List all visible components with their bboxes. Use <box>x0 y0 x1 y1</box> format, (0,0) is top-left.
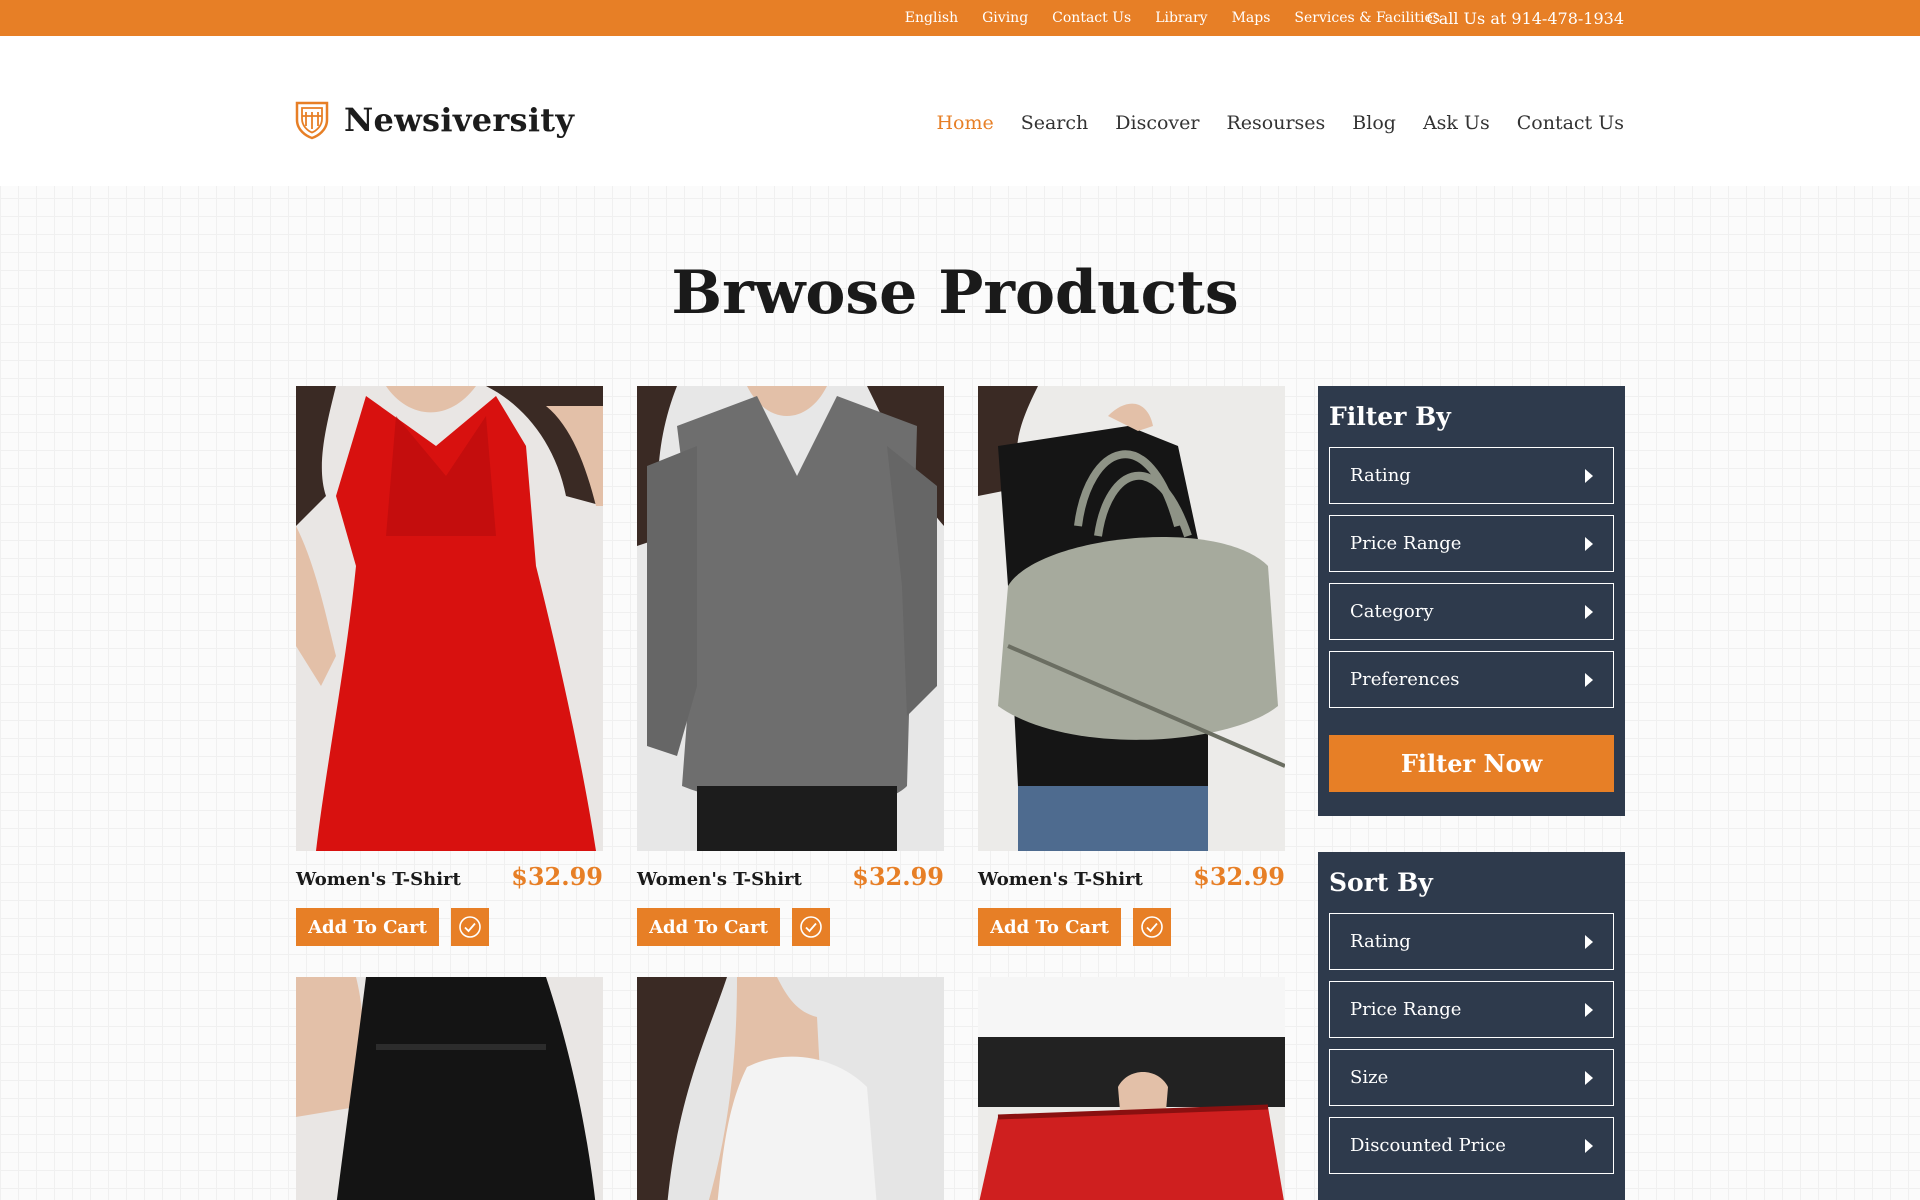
product-price: $32.99 <box>511 862 603 891</box>
sort-price-range[interactable]: Price Range <box>1329 981 1614 1038</box>
nav-blog[interactable]: Blog <box>1352 112 1396 134</box>
caret-right-icon <box>1585 934 1593 949</box>
sort-item-label: Rating <box>1350 931 1411 952</box>
top-links: English Giving Contact Us Library Maps S… <box>905 0 1440 36</box>
wishlist-check-button[interactable] <box>451 908 489 946</box>
wishlist-check-button[interactable] <box>792 908 830 946</box>
top-link-maps[interactable]: Maps <box>1232 10 1271 26</box>
caret-right-icon <box>1585 1002 1593 1017</box>
product-name: Women's T-Shirt <box>296 869 461 890</box>
red-bag-photo[interactable] <box>978 977 1285 1200</box>
top-link-library[interactable]: Library <box>1155 10 1207 26</box>
filter-title: Filter By <box>1329 402 1451 431</box>
nav-resources[interactable]: Resourses <box>1226 112 1325 134</box>
sort-item-label: Price Range <box>1350 999 1462 1020</box>
top-link-english[interactable]: English <box>905 10 958 26</box>
sort-item-label: Discounted Price <box>1350 1135 1506 1156</box>
grey-top-photo[interactable] <box>637 386 944 851</box>
caret-right-icon <box>1585 672 1593 687</box>
filter-now-button[interactable]: Filter Now <box>1329 735 1614 792</box>
sort-item-label: Size <box>1350 1067 1389 1088</box>
caret-right-icon <box>1585 536 1593 551</box>
filter-price-range[interactable]: Price Range <box>1329 515 1614 572</box>
white-top-photo[interactable] <box>637 977 944 1200</box>
add-to-cart-button[interactable]: Add To Cart <box>637 908 780 946</box>
filter-item-label: Category <box>1350 601 1434 622</box>
canvas-bag-photo[interactable] <box>978 386 1285 851</box>
top-link-giving[interactable]: Giving <box>982 10 1028 26</box>
add-to-cart-button[interactable]: Add To Cart <box>296 908 439 946</box>
top-link-contact[interactable]: Contact Us <box>1052 10 1131 26</box>
filter-item-label: Price Range <box>1350 533 1462 554</box>
nav-home[interactable]: Home <box>936 112 993 134</box>
caret-right-icon <box>1585 604 1593 619</box>
product-price: $32.99 <box>852 862 944 891</box>
main-nav: Home Search Discover Resourses Blog Ask … <box>936 112 1624 134</box>
caret-right-icon <box>1585 1138 1593 1153</box>
product-name: Women's T-Shirt <box>978 869 1143 890</box>
product-card: Women's T-Shirt $32.99 Add To Cart <box>296 386 603 946</box>
check-circle-icon <box>800 916 822 938</box>
caret-right-icon <box>1585 468 1593 483</box>
black-dress-photo[interactable] <box>296 977 603 1200</box>
product-card <box>296 977 603 1200</box>
wishlist-check-button[interactable] <box>1133 908 1171 946</box>
sort-discounted-price[interactable]: Discounted Price <box>1329 1117 1614 1174</box>
red-dress-photo[interactable] <box>296 386 603 851</box>
site-header: Newsiversity Home Search Discover Resour… <box>0 36 1920 186</box>
shield-logo-icon <box>295 101 329 140</box>
sort-rating[interactable]: Rating <box>1329 913 1614 970</box>
check-circle-icon <box>459 916 481 938</box>
product-price: $32.99 <box>1193 862 1285 891</box>
caret-right-icon <box>1585 1070 1593 1085</box>
filter-preferences[interactable]: Preferences <box>1329 651 1614 708</box>
filter-item-label: Rating <box>1350 465 1411 486</box>
nav-ask-us[interactable]: Ask Us <box>1423 112 1490 134</box>
nav-search[interactable]: Search <box>1021 112 1089 134</box>
sort-title: Sort By <box>1329 868 1433 897</box>
nav-contact-us[interactable]: Contact Us <box>1517 112 1624 134</box>
top-bar: English Giving Contact Us Library Maps S… <box>0 0 1920 36</box>
product-name: Women's T-Shirt <box>637 869 802 890</box>
check-circle-icon <box>1141 916 1163 938</box>
product-card: Women's T-Shirt $32.99 Add To Cart <box>637 386 944 946</box>
filter-rating[interactable]: Rating <box>1329 447 1614 504</box>
filter-panel: Filter By Rating Price Range Category Pr… <box>1318 386 1625 816</box>
product-card <box>978 977 1285 1200</box>
page-title: Brwose Products <box>671 258 1239 328</box>
add-to-cart-button[interactable]: Add To Cart <box>978 908 1121 946</box>
logo-text: Newsiversity <box>344 101 575 139</box>
call-us-text[interactable]: Call Us at 914-478-1934 <box>1426 0 1624 36</box>
product-card: Women's T-Shirt $32.99 Add To Cart <box>978 386 1285 946</box>
sort-size[interactable]: Size <box>1329 1049 1614 1106</box>
nav-discover[interactable]: Discover <box>1115 112 1199 134</box>
top-link-services[interactable]: Services & Facilities <box>1294 10 1440 26</box>
filter-item-label: Preferences <box>1350 669 1460 690</box>
filter-category[interactable]: Category <box>1329 583 1614 640</box>
sort-panel: Sort By Rating Price Range Size Discount… <box>1318 852 1625 1200</box>
site-logo[interactable]: Newsiversity <box>294 98 574 142</box>
product-card <box>637 977 944 1200</box>
